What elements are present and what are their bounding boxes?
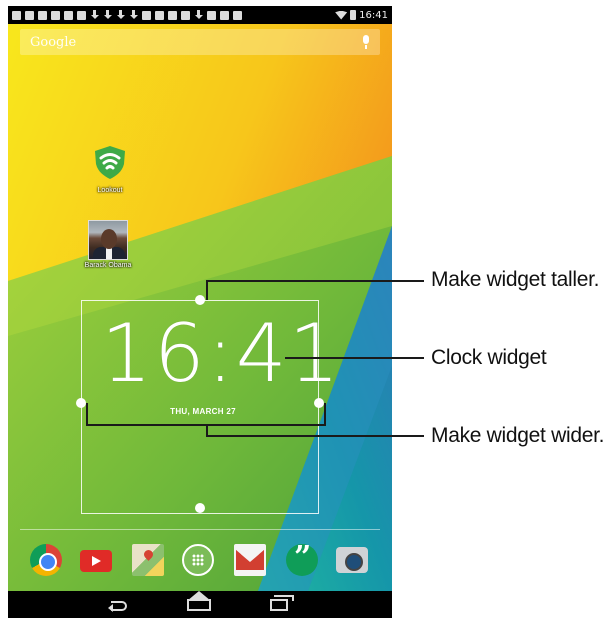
upload-icon: [194, 10, 203, 20]
contact-shortcut[interactable]: Barack Obama: [78, 220, 138, 269]
battery-icon: [350, 10, 357, 20]
google-logo: Google: [30, 34, 77, 50]
game-icon: [77, 10, 86, 20]
home-icon[interactable]: [187, 599, 211, 611]
callout-taller-text: Make widget taller.: [431, 268, 600, 291]
phone-screen: 16:41 Google Lookout Barack Obama 16:41 …: [8, 6, 392, 618]
callout-clock-text: Clock widget: [431, 346, 547, 369]
gmail-icon: [155, 10, 164, 20]
chrome-icon[interactable]: [30, 544, 62, 576]
callout-wider-line-left: [86, 403, 88, 425]
download-icon: [90, 10, 99, 20]
check-icon: [233, 10, 242, 20]
recent-apps-icon[interactable]: [270, 595, 294, 611]
mic-icon[interactable]: [362, 35, 370, 49]
callout-wider-line-right: [324, 403, 326, 425]
callout-taller-line-h: [206, 280, 424, 282]
navigation-bar: [8, 591, 392, 618]
callout-wider-text: Make widget wider.: [431, 424, 605, 447]
pin-icon: [181, 10, 190, 20]
camera-icon[interactable]: [336, 547, 368, 573]
hangouts-icon[interactable]: [286, 540, 318, 576]
facebook-icon: [142, 10, 151, 20]
gmail-icon[interactable]: [234, 544, 266, 576]
download-icon: [116, 10, 125, 20]
wifi-icon: [335, 10, 348, 20]
resize-handle-right[interactable]: [314, 398, 324, 408]
google-search-bar[interactable]: Google: [20, 29, 380, 55]
contact-label: Barack Obama: [84, 262, 132, 269]
callout-taller-line-v: [206, 280, 208, 300]
chat-icon: [12, 10, 21, 20]
maps-icon[interactable]: [132, 544, 164, 576]
contact-photo: [88, 220, 128, 260]
callout-clock-line: [285, 357, 424, 359]
chat-icon: [25, 10, 34, 20]
clock-widget-date: THU, MARCH 27: [170, 407, 236, 416]
clock-widget-time[interactable]: 16:41: [101, 314, 340, 394]
lookout-shortcut[interactable]: Lookout: [80, 144, 140, 194]
youtube-icon[interactable]: [80, 550, 112, 572]
callout-wider-line-h: [206, 435, 424, 437]
check-icon: [207, 10, 216, 20]
download-icon: [103, 10, 112, 20]
download-icon: [129, 10, 138, 20]
bars-icon: [220, 10, 229, 20]
lookout-label: Lookout: [97, 187, 123, 194]
mail-icon: [64, 10, 73, 20]
lookout-shield-icon: [95, 146, 125, 179]
resize-handle-top[interactable]: [195, 295, 205, 305]
resize-handle-bottom[interactable]: [195, 503, 205, 513]
chat-icon: [38, 10, 47, 20]
all-apps-icon[interactable]: [182, 544, 214, 576]
back-icon[interactable]: [108, 599, 130, 612]
dock-divider: [20, 529, 380, 530]
mail-icon: [51, 10, 60, 20]
status-time: 16:41: [359, 9, 388, 21]
resize-handle-left[interactable]: [76, 398, 86, 408]
calendar-icon: [168, 10, 177, 20]
status-bar: 16:41: [8, 6, 392, 24]
